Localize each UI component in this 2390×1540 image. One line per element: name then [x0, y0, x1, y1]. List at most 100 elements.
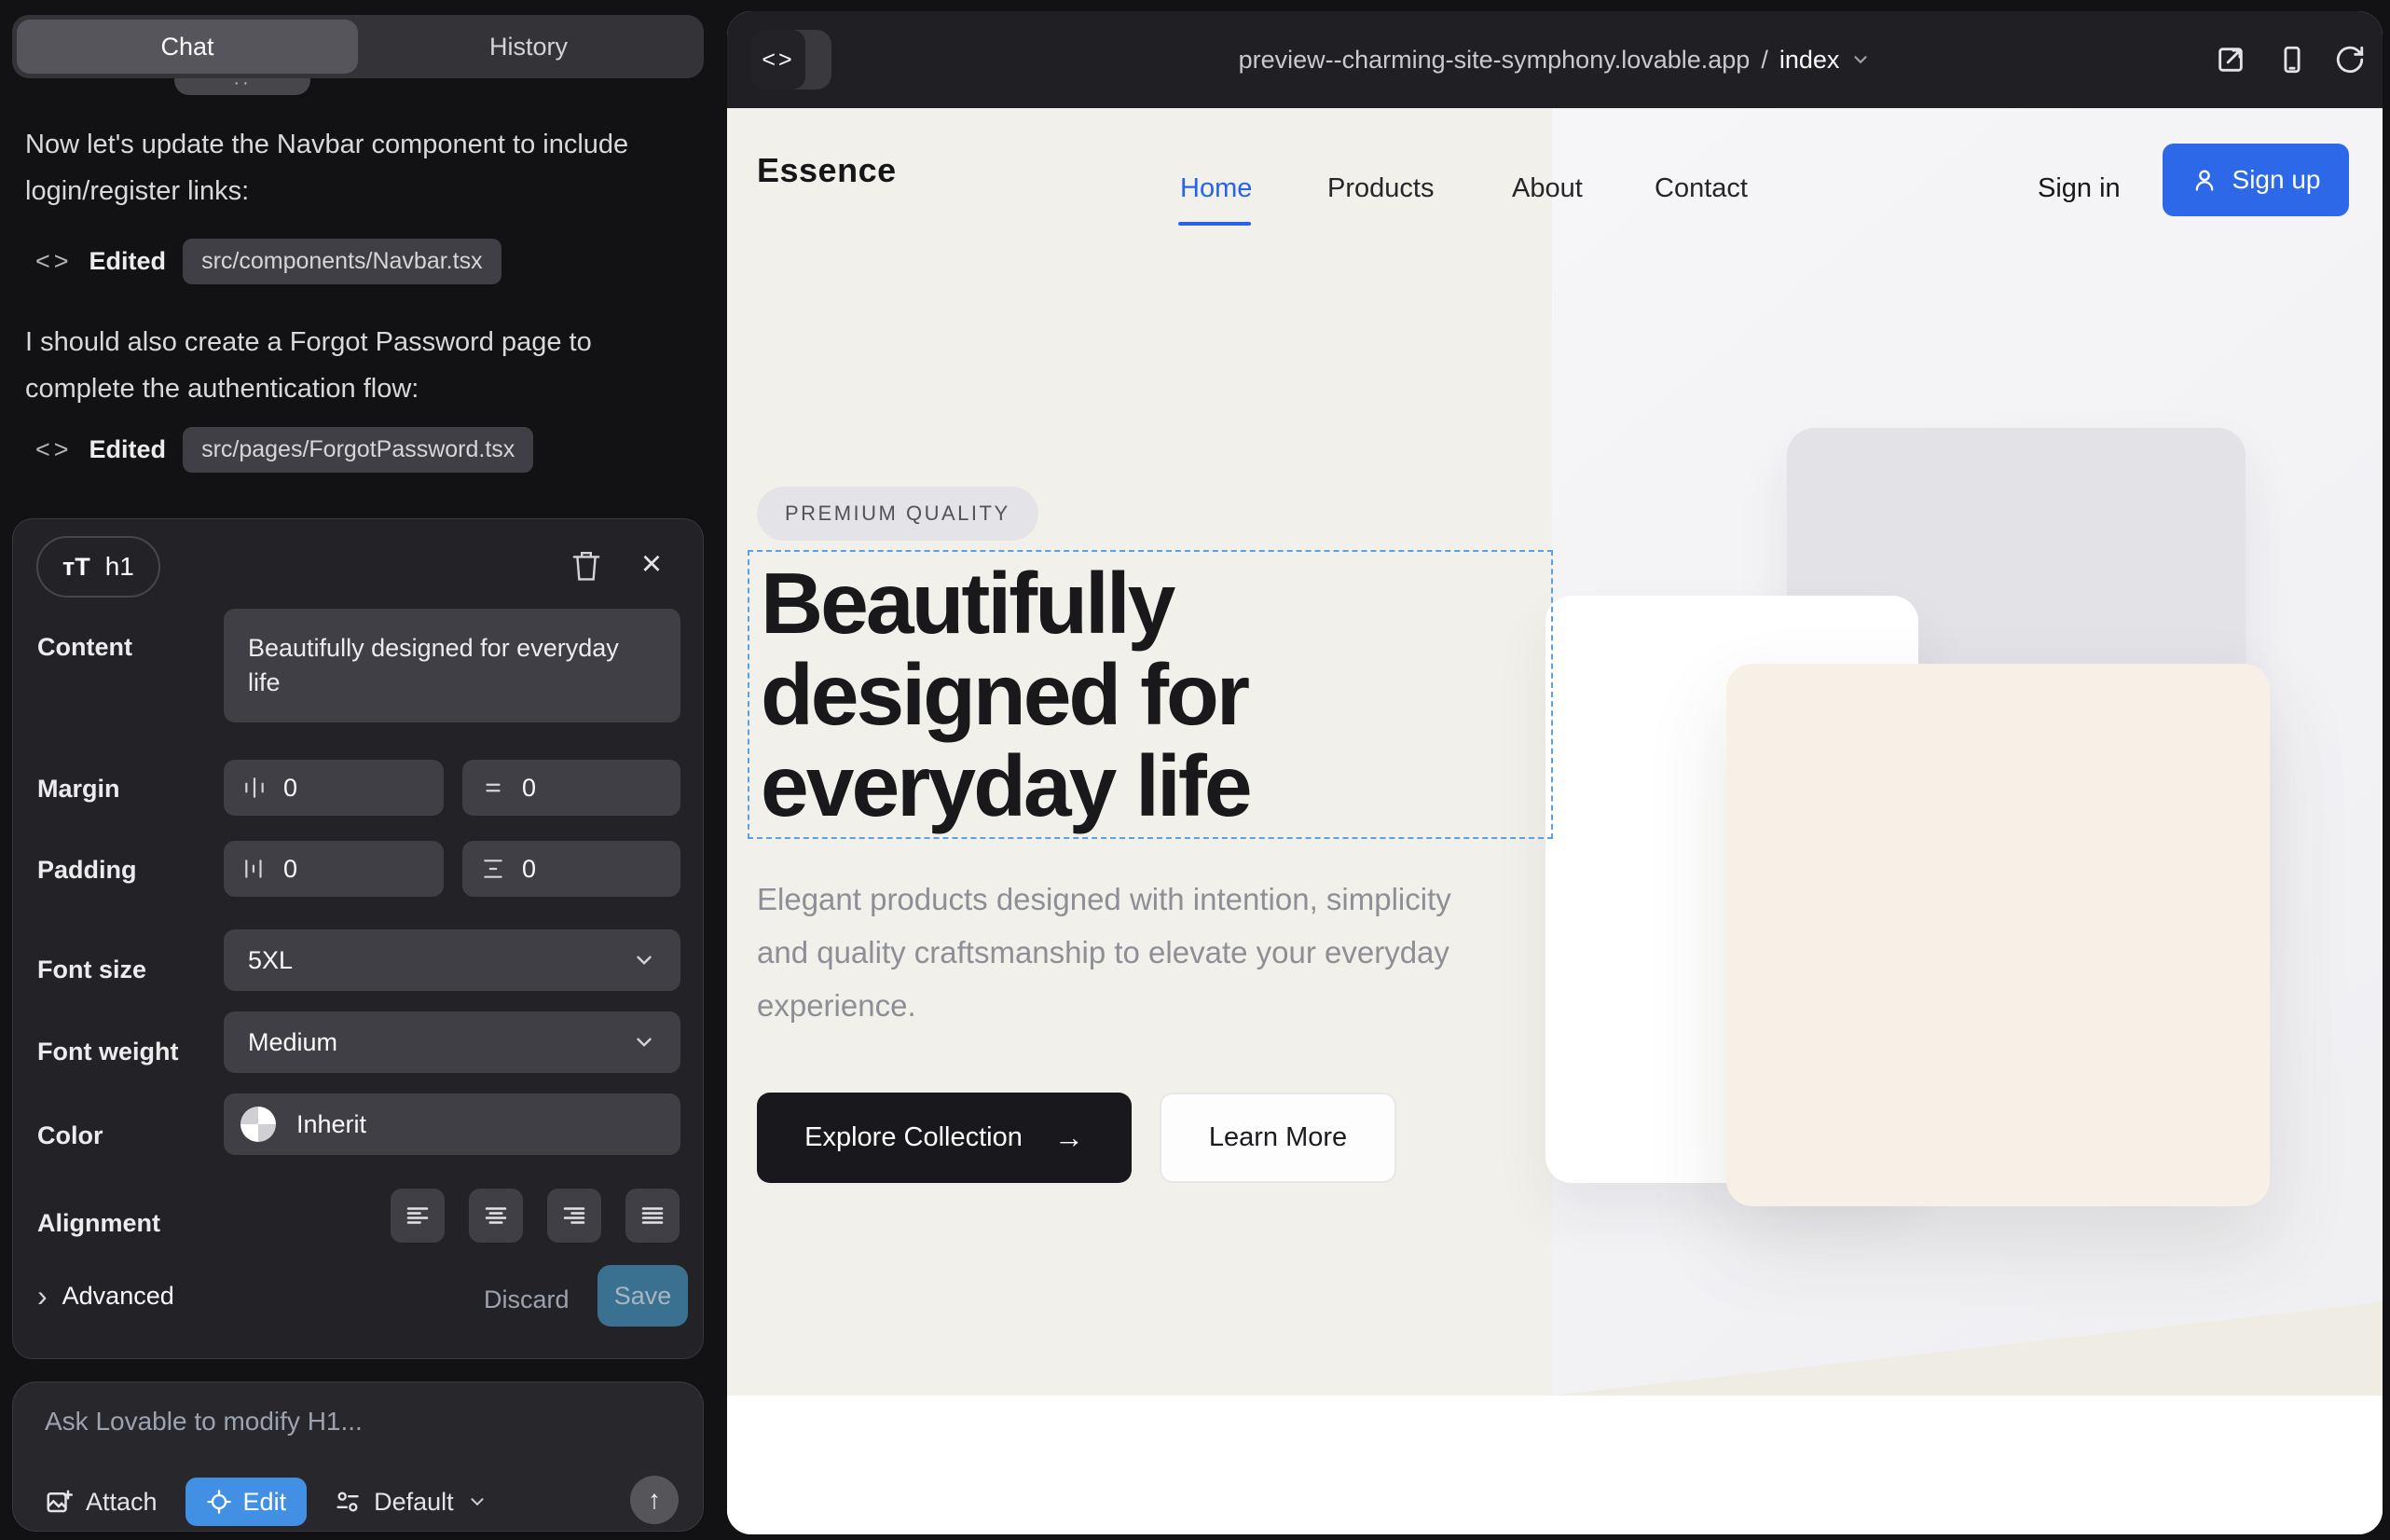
sign-in-link[interactable]: Sign in	[2038, 173, 2121, 204]
edited-file-chip[interactable]: src/components/Navbar.tsx	[183, 239, 501, 284]
font-size-label: Font size	[37, 956, 146, 984]
edit-mode-button[interactable]: Edit	[185, 1478, 308, 1526]
discard-button[interactable]: Discard	[484, 1286, 570, 1314]
quality-badge: PREMIUM QUALITY	[757, 487, 1038, 541]
chat-message: I should also create a Forgot Password p…	[25, 319, 645, 412]
color-select[interactable]: Inherit	[224, 1093, 680, 1155]
color-swatch	[240, 1107, 276, 1142]
scrolled-chip-fragment: ··	[174, 78, 310, 95]
browser-topbar: preview--charming-site-symphony.lovable.…	[727, 11, 2383, 108]
save-button[interactable]: Save	[598, 1265, 688, 1327]
type-icon: тT	[62, 553, 90, 582]
site-preview: Essence Home Products About Contact Sign…	[727, 108, 2383, 1534]
url-domain: preview--charming-site-symphony.lovable.…	[1239, 46, 1751, 75]
nav-link-products[interactable]: Products	[1327, 173, 1434, 204]
padding-horizontal-input[interactable]: 0	[224, 841, 444, 897]
element-editor-panel: тT h1 × Content Beautifully designed for…	[12, 518, 704, 1359]
code-icon: <>	[35, 435, 73, 464]
mobile-preview-button[interactable]	[2276, 44, 2308, 76]
padding-vertical-input[interactable]: 0	[462, 841, 680, 897]
url-bar[interactable]: preview--charming-site-symphony.lovable.…	[727, 11, 2383, 108]
sign-up-button[interactable]: Sign up	[2163, 144, 2349, 216]
padding-horizontal-icon	[242, 857, 267, 881]
nav-link-about[interactable]: About	[1512, 173, 1583, 204]
align-justify-icon	[639, 1202, 666, 1230]
element-tag-badge: тT h1	[36, 536, 160, 598]
edited-label: Edited	[89, 247, 167, 276]
content-input[interactable]: Beautifully designed for everyday life	[224, 609, 680, 722]
font-weight-select[interactable]: Medium	[224, 1011, 680, 1073]
chevron-down-icon	[632, 948, 656, 972]
margin-label: Margin	[37, 775, 120, 804]
padding-vertical-icon	[481, 857, 505, 881]
margin-horizontal-icon	[242, 776, 267, 800]
align-center-icon	[482, 1202, 510, 1230]
selected-element-outline[interactable]: Beautifully designed for everyday life	[748, 550, 1553, 839]
target-icon	[206, 1489, 232, 1515]
edited-file-chip[interactable]: src/pages/ForgotPassword.tsx	[183, 427, 533, 473]
refresh-icon	[2334, 44, 2366, 76]
tab-history[interactable]: History	[358, 20, 699, 74]
chat-composer: Attach Edit Default ↑	[12, 1382, 704, 1532]
sliders-icon	[335, 1489, 361, 1515]
color-label: Color	[37, 1121, 103, 1150]
chat-history-tabbar: Chat History	[12, 15, 704, 78]
element-tag-label: h1	[105, 552, 134, 582]
url-page: index	[1779, 46, 1840, 75]
chevron-down-icon	[1850, 49, 1871, 70]
trash-icon	[571, 549, 601, 583]
align-center-button[interactable]	[469, 1189, 523, 1243]
code-view-toggle[interactable]: <>	[751, 30, 831, 89]
font-size-select[interactable]: 5XL	[224, 929, 680, 991]
margin-vertical-input[interactable]: 0	[462, 760, 680, 816]
attach-button[interactable]: Attach	[45, 1488, 158, 1517]
hero-description: Elegant products designed with intention…	[757, 873, 1451, 1032]
close-panel-button[interactable]: ×	[633, 545, 670, 583]
preview-window: preview--charming-site-symphony.lovable.…	[727, 11, 2383, 1534]
advanced-toggle[interactable]: › Advanced	[37, 1282, 174, 1311]
arrow-up-icon: ↑	[648, 1485, 661, 1515]
user-icon	[2191, 167, 2218, 193]
composer-input[interactable]	[45, 1407, 623, 1437]
font-weight-label: Font weight	[37, 1038, 178, 1066]
external-link-icon	[2215, 44, 2246, 76]
site-logo[interactable]: Essence	[757, 151, 897, 190]
tab-chat[interactable]: Chat	[17, 20, 358, 74]
chevron-down-icon	[632, 1030, 656, 1054]
attach-image-icon	[45, 1488, 73, 1516]
chat-message: Now let's update the Navbar component to…	[25, 121, 645, 214]
send-button[interactable]: ↑	[630, 1476, 679, 1524]
default-model-button[interactable]: Default	[335, 1488, 488, 1517]
open-in-new-tab-button[interactable]	[2215, 44, 2246, 76]
refresh-button[interactable]	[2334, 44, 2366, 76]
decorative-card-beige	[1726, 664, 2270, 1206]
close-icon: ×	[641, 546, 662, 582]
nav-link-contact[interactable]: Contact	[1655, 173, 1748, 204]
mobile-icon	[2276, 44, 2308, 76]
margin-vertical-icon	[481, 776, 505, 800]
align-right-button[interactable]	[547, 1189, 601, 1243]
next-section-band	[727, 1396, 2383, 1534]
url-separator: /	[1761, 46, 1768, 75]
explore-collection-button[interactable]: Explore Collection →	[757, 1093, 1132, 1183]
arrow-right-icon: →	[1054, 1121, 1084, 1155]
chevron-down-icon	[467, 1492, 488, 1512]
padding-label: Padding	[37, 856, 137, 885]
alignment-label: Alignment	[37, 1209, 160, 1238]
margin-horizontal-input[interactable]: 0	[224, 760, 444, 816]
edited-file-row[interactable]: <> Edited src/components/Navbar.tsx	[35, 235, 501, 287]
active-nav-underline	[1178, 222, 1251, 226]
learn-more-button[interactable]: Learn More	[1160, 1093, 1396, 1183]
delete-element-button[interactable]	[568, 547, 605, 584]
code-icon: <>	[35, 247, 73, 276]
code-icon: <>	[751, 30, 805, 89]
align-justify-button[interactable]	[625, 1189, 680, 1243]
align-left-button[interactable]	[391, 1189, 445, 1243]
nav-link-home[interactable]: Home	[1180, 173, 1252, 204]
edited-label: Edited	[89, 435, 167, 464]
content-label: Content	[37, 633, 132, 662]
hero-heading: Beautifully designed for everyday life	[761, 557, 1250, 832]
chevron-right-icon: ›	[37, 1284, 48, 1309]
edited-file-row[interactable]: <> Edited src/pages/ForgotPassword.tsx	[35, 423, 533, 475]
align-left-icon	[404, 1202, 432, 1230]
